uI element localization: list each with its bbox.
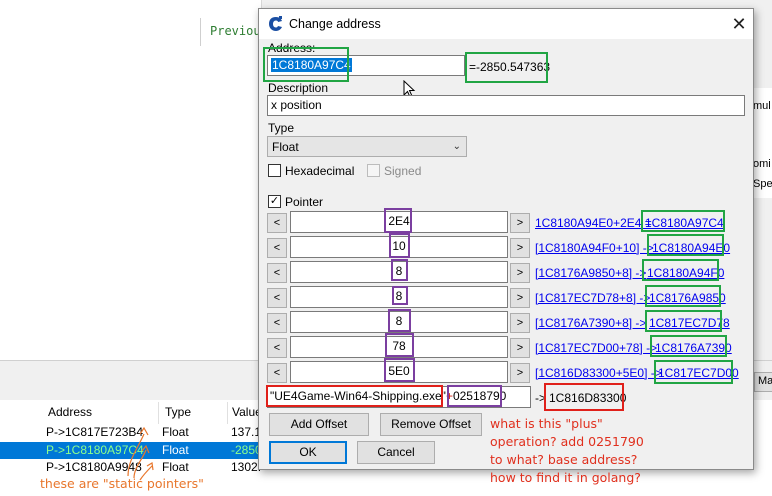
description-input[interactable]: x position	[267, 95, 745, 116]
annotation-line: to what? base address?	[490, 452, 638, 467]
annotation-box-address	[263, 47, 349, 82]
offset-increase-button[interactable]: >	[510, 363, 530, 383]
description-label: Description	[268, 81, 329, 95]
ok-button[interactable]: OK	[269, 441, 347, 464]
hexadecimal-label: Hexadecimal	[285, 164, 355, 178]
type-select-value: Float	[272, 140, 299, 154]
annotation-line: operation? add 0251790	[490, 434, 644, 449]
annotation-box-offset	[392, 286, 408, 305]
annotation-box-pointer-result	[641, 210, 725, 232]
annotation-box-offset	[384, 208, 412, 233]
offset-increase-button[interactable]: >	[510, 313, 530, 333]
remove-offset-button[interactable]: Remove Offset	[380, 413, 482, 436]
annotation-line: what is this "plus"	[490, 416, 603, 431]
offset-decrease-button[interactable]: <	[267, 363, 287, 383]
static-pointer-arrows	[127, 426, 154, 481]
annotation-line: how to find it in golang?	[490, 470, 641, 485]
dialog-titlebar[interactable]: Change address ✕	[259, 9, 753, 39]
type-label: Type	[268, 121, 295, 135]
pointer-expression[interactable]: [1C816D83300+5E0] ->	[535, 366, 662, 380]
row-value: 1302.	[231, 460, 262, 474]
column-separator	[227, 402, 228, 424]
annotation-box-offset	[391, 259, 408, 281]
cancel-button[interactable]: Cancel	[357, 441, 435, 464]
column-header-address[interactable]: Address	[48, 405, 92, 419]
pointer-expression[interactable]: 1C8180A94E0+2E4 =	[535, 216, 652, 230]
annotation-box-offset	[389, 233, 410, 258]
annotation-box-pointer-result	[642, 259, 719, 281]
static-pointers-note: these are "static pointers"	[40, 476, 204, 491]
pointer-expression[interactable]: [1C8176A7390+8] ->	[535, 316, 646, 330]
annotation-box-module	[266, 385, 443, 407]
offset-decrease-button[interactable]: <	[267, 338, 287, 358]
offset-increase-button[interactable]: >	[510, 338, 530, 358]
annotation-box-pointer-result	[645, 285, 721, 307]
hexadecimal-checkbox[interactable]	[268, 164, 281, 177]
annotation-box-base-offset	[447, 385, 502, 407]
annotation-box-base-result	[544, 383, 624, 411]
annotation-box-offset	[384, 358, 415, 382]
offset-decrease-button[interactable]: <	[267, 238, 287, 258]
close-icon[interactable]: ✕	[725, 9, 753, 39]
signed-label: Signed	[384, 164, 422, 178]
pointer-checkbox[interactable]: ✓	[268, 195, 281, 208]
offset-increase-button[interactable]: >	[510, 238, 530, 258]
annotation-box-pointer-result	[650, 335, 727, 357]
cheat-engine-icon	[269, 16, 282, 31]
offset-increase-button[interactable]: >	[510, 263, 530, 283]
annotation-box-pointer-result	[654, 360, 733, 384]
offset-decrease-button[interactable]: <	[267, 213, 287, 233]
pointer-expression[interactable]: [1C817EC7D78+8] ->	[535, 291, 650, 305]
right-fragment-2[interactable]: omi	[753, 158, 771, 170]
memory-view-button[interactable]: Ma	[754, 372, 772, 392]
add-offset-button[interactable]: Add Offset	[269, 413, 369, 436]
dialog-title: Change address	[289, 17, 381, 31]
offset-decrease-button[interactable]: <	[267, 313, 287, 333]
signed-checkbox[interactable]	[367, 164, 380, 177]
annotation-box-pointer-result	[647, 234, 724, 256]
offset-decrease-button[interactable]: <	[267, 288, 287, 308]
offset-decrease-button[interactable]: <	[267, 263, 287, 283]
annotation-box-offset	[388, 309, 411, 332]
column-header-type[interactable]: Type	[165, 405, 191, 419]
pointer-label: Pointer	[285, 195, 324, 209]
offset-increase-button[interactable]: >	[510, 213, 530, 233]
type-select[interactable]: Float ⌄	[267, 136, 467, 157]
right-fragment-1: mul	[753, 100, 771, 112]
chevron-down-icon: ⌄	[452, 141, 461, 152]
offset-increase-button[interactable]: >	[510, 288, 530, 308]
pointer-expression[interactable]: [1C8180A94F0+10] ->	[535, 241, 654, 255]
main-window-left-panel	[0, 0, 262, 360]
annotation-box-value	[465, 52, 548, 83]
annotation-box-offset	[385, 333, 414, 357]
pointer-expression[interactable]: [1C817EC7D00+78] ->	[535, 341, 657, 355]
right-fragment-3[interactable]: Spe	[753, 178, 772, 190]
annotation-question: what is this "plus" operation? add 02517…	[490, 415, 644, 487]
row-value: 137.1	[231, 425, 262, 439]
annotation-box-pointer-result	[645, 310, 722, 332]
pointer-expression[interactable]: [1C8176A9850+8] ->	[535, 266, 646, 280]
